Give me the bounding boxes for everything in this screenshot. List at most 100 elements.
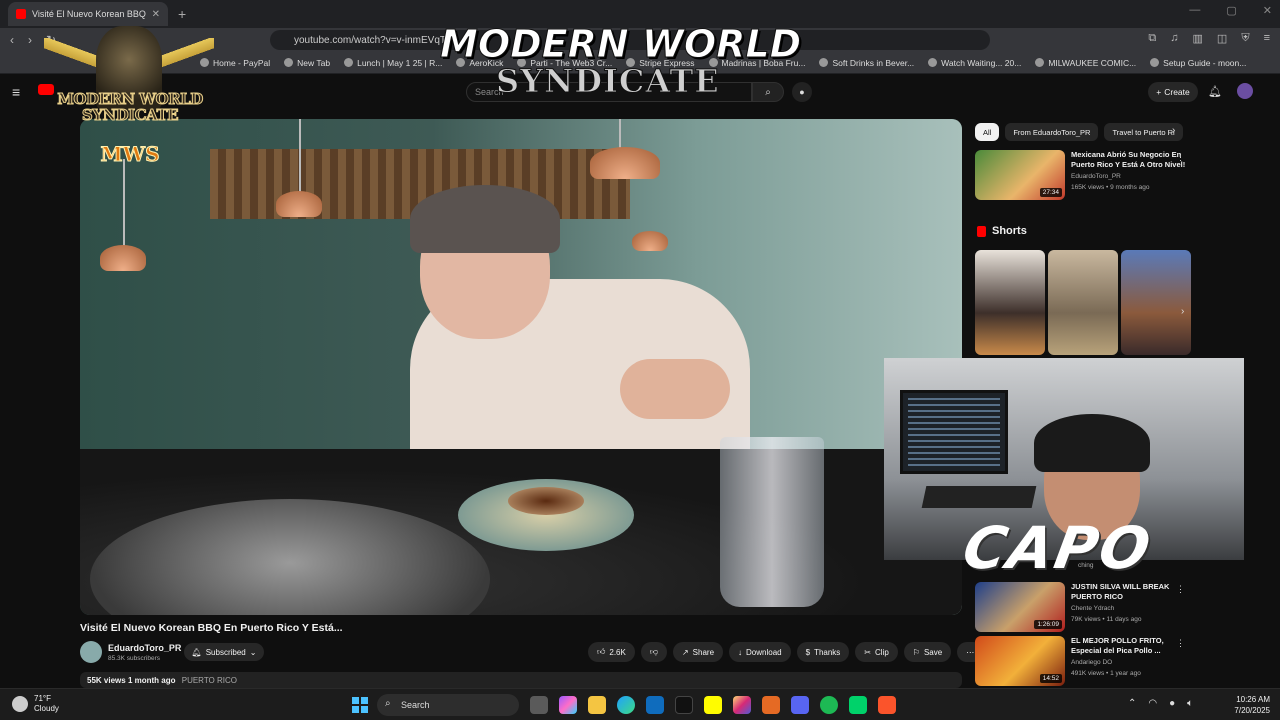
recommendation-info: JUSTIN SILVA WILL BREAK PUERTO RICO Chen…: [1071, 582, 1187, 632]
url-text: youtube.com/watch?v=v-inmEVqTLA: [294, 34, 459, 46]
menu-icon[interactable]: ≡: [1264, 32, 1270, 45]
notifications-bell-icon[interactable]: 🔔︎: [1208, 85, 1222, 98]
forward-icon[interactable]: ›: [28, 33, 32, 47]
subscribe-button[interactable]: 🔔︎ Subscribed ⌄: [184, 643, 264, 661]
save-button[interactable]: ⚐ Save: [903, 642, 952, 662]
bookmark-item[interactable]: MILWAUKEE COMIC...: [1035, 58, 1136, 68]
video-player[interactable]: [80, 119, 962, 615]
download-button[interactable]: ↓ Download: [729, 642, 791, 662]
clip-button[interactable]: ✂ Clip: [855, 642, 898, 662]
video-thumbnail[interactable]: 27:34: [975, 150, 1065, 200]
like-button[interactable]: 👍︎ 2.6K: [588, 642, 635, 662]
weather-condition: Cloudy: [34, 704, 59, 713]
more-icon: ⋯: [966, 647, 975, 657]
video-person-cap: [410, 185, 560, 253]
minimize-icon[interactable]: —: [1189, 4, 1200, 17]
recommendation-item[interactable]: 14:52 EL MEJOR POLLO FRITO, Especial del…: [975, 636, 1187, 686]
bookmark-item[interactable]: Lunch | May 1 25 | R...: [344, 58, 442, 68]
bookmark-item[interactable]: Setup Guide - moon...: [1150, 58, 1246, 68]
wallet-icon[interactable]: ◫: [1217, 32, 1227, 45]
outlook-icon[interactable]: [646, 696, 664, 714]
hamburger-menu-icon[interactable]: ≡: [12, 84, 20, 100]
recommendation-channel: Chente Ydrach: [1071, 605, 1115, 612]
recommendation-info: EL MEJOR POLLO FRITO, Especial del Pica …: [1071, 636, 1187, 686]
taskbar-search[interactable]: ⌕ Search: [377, 694, 519, 716]
discord-icon[interactable]: [791, 696, 809, 714]
filter-chips: All From EduardoToro_PR Travel to Puerto…: [975, 123, 1183, 141]
chevron-up-icon[interactable]: ⌃: [1128, 698, 1136, 709]
recommendation-item[interactable]: 1:26:09 JUSTIN SILVA WILL BREAK PUERTO R…: [975, 582, 1187, 632]
bookmark-item[interactable]: Watch Waiting... 20...: [928, 58, 1021, 68]
microphone-icon[interactable]: ●: [1169, 698, 1175, 709]
thanks-icon: $: [805, 647, 811, 657]
short-thumbnail[interactable]: [975, 250, 1045, 355]
windows-start-icon[interactable]: [352, 697, 368, 713]
instagram-icon[interactable]: [733, 696, 751, 714]
weather-widget[interactable]: 71°F Cloudy: [12, 694, 59, 714]
task-view-icon[interactable]: [530, 696, 548, 714]
recommendation-title[interactable]: Mexicana Abrió Su Negocio En Puerto Rico…: [1071, 150, 1187, 170]
channel-avatar[interactable]: [80, 641, 102, 663]
share-button[interactable]: ↗ Share: [672, 642, 724, 662]
shorts-logo-icon: [977, 225, 986, 237]
vlc-icon[interactable]: [762, 696, 780, 714]
recommendation-title[interactable]: EL MEJOR POLLO FRITO, Especial del Pica …: [1071, 636, 1187, 656]
video-thumbnail[interactable]: 1:26:09: [975, 582, 1065, 632]
account-avatar[interactable]: [1237, 83, 1253, 99]
spotify-icon[interactable]: [820, 696, 838, 714]
chevron-right-icon[interactable]: ›: [1172, 125, 1175, 136]
file-explorer-icon[interactable]: [588, 696, 606, 714]
close-window-icon[interactable]: ✕: [1263, 4, 1272, 17]
channel-name[interactable]: EduardoToro_PR: [108, 643, 181, 653]
copilot-icon[interactable]: [559, 696, 577, 714]
bookmark-favicon-icon: [344, 58, 354, 67]
dislike-button[interactable]: 👎︎: [640, 642, 667, 662]
location-tag[interactable]: PUERTO RICO: [182, 676, 237, 685]
more-options-icon[interactable]: ⋮: [1176, 152, 1185, 163]
recommendation-item[interactable]: 27:34 Mexicana Abrió Su Negocio En Puert…: [975, 150, 1187, 200]
extensions-icon[interactable]: ⧉: [1148, 32, 1156, 45]
lamp: [276, 191, 322, 217]
short-thumbnail[interactable]: [1048, 250, 1118, 355]
recommendation-meta: 79K views • 11 days ago: [1071, 616, 1142, 623]
video-description[interactable]: 55K views 1 month ago PUERTO RICO: [80, 672, 962, 688]
temperature: 71°F: [34, 694, 51, 703]
shorts-header: Shorts: [977, 225, 1027, 237]
thanks-button[interactable]: $ Thanks: [796, 642, 850, 662]
volume-icon[interactable]: 🔈︎: [1187, 698, 1193, 709]
video-thumbnail[interactable]: 14:52: [975, 636, 1065, 686]
obs-icon[interactable]: [849, 696, 867, 714]
download-icon: ↓: [738, 647, 743, 657]
lamp: [590, 147, 660, 179]
chevron-right-icon[interactable]: ›: [1181, 306, 1184, 317]
tiktok-icon[interactable]: [675, 696, 693, 714]
create-button[interactable]: + Create: [1148, 82, 1198, 102]
search-button[interactable]: ⌕: [752, 82, 784, 102]
watching-text: ching: [1078, 562, 1094, 569]
bookmark-item[interactable]: Soft Drinks in Bever...: [819, 58, 914, 68]
maximize-icon[interactable]: ▢: [1226, 4, 1236, 17]
recommendation-info: Mexicana Abrió Su Negocio En Puerto Rico…: [1071, 150, 1187, 200]
recommendation-title[interactable]: JUSTIN SILVA WILL BREAK PUERTO RICO: [1071, 582, 1187, 602]
webcam-monitor-lines: [908, 398, 1000, 466]
media-icon[interactable]: ♫: [1170, 32, 1178, 45]
edge-icon[interactable]: [617, 696, 635, 714]
more-options-icon[interactable]: ⋮: [1176, 638, 1185, 649]
chip-all[interactable]: All: [975, 123, 1000, 141]
system-tray: ⌃ ◠ ● 🔈︎: [1128, 698, 1193, 709]
bookmark-item[interactable]: New Tab: [284, 58, 330, 68]
back-icon[interactable]: ‹: [10, 33, 14, 47]
snapchat-icon[interactable]: [704, 696, 722, 714]
short-thumbnail[interactable]: [1121, 250, 1191, 355]
clock[interactable]: 10:26 AM 7/20/2025: [1226, 694, 1270, 716]
voice-search-button[interactable]: ●: [792, 82, 812, 102]
video-person-arm: [620, 359, 730, 419]
brave-icon[interactable]: [878, 696, 896, 714]
bookmark-favicon-icon: [1035, 58, 1045, 67]
chip-from-channel[interactable]: From EduardoToro_PR: [1005, 123, 1099, 141]
sidebar-icon[interactable]: ▥: [1193, 32, 1203, 45]
shield-icon[interactable]: ⛨: [1241, 32, 1249, 45]
more-options-icon[interactable]: ⋮: [1176, 584, 1185, 595]
chip-travel[interactable]: Travel to Puerto Ri: [1104, 123, 1183, 141]
wifi-icon[interactable]: ◠: [1148, 698, 1157, 709]
